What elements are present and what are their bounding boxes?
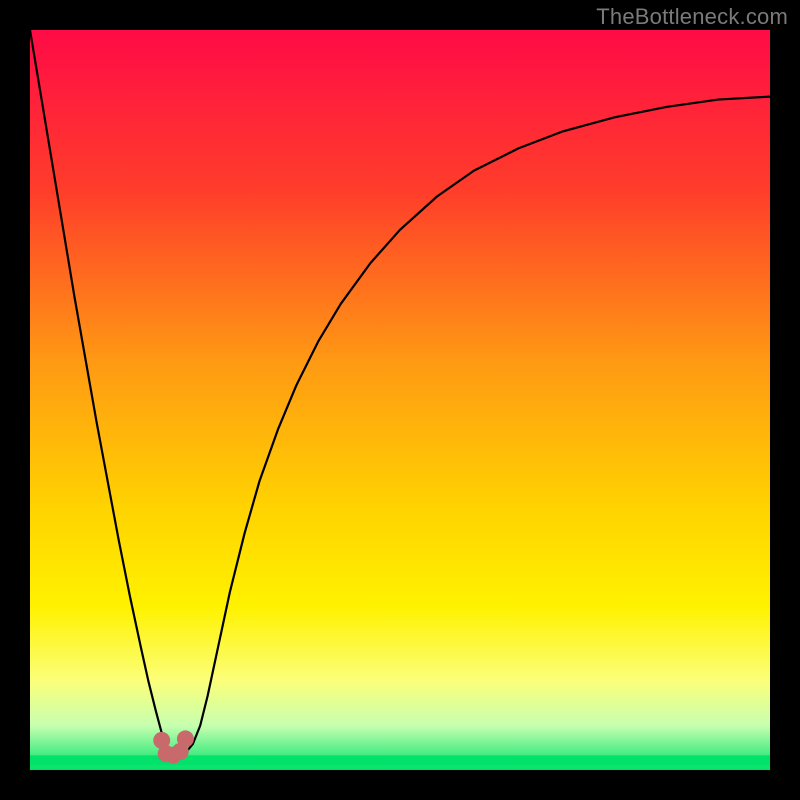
chart-frame xyxy=(30,30,770,770)
watermark-text: TheBottleneck.com xyxy=(596,4,788,30)
trough-marker xyxy=(177,730,194,747)
gradient-background xyxy=(30,30,770,770)
bottleneck-chart xyxy=(30,30,770,770)
